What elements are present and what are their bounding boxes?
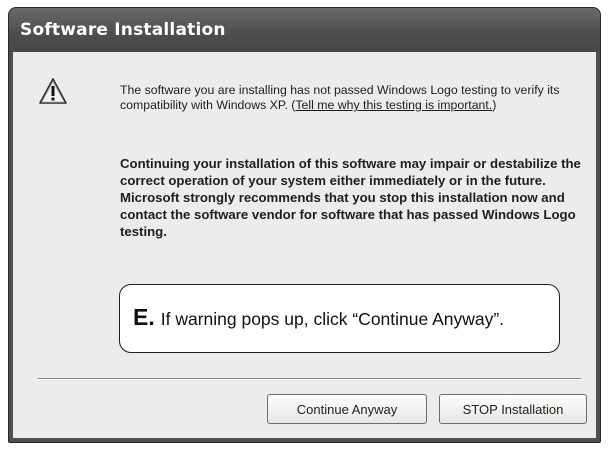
callout-instruction-text: If warning pops up, click “Continue Anyw… xyxy=(160,309,505,329)
software-installation-dialog: Software Installation The software you a… xyxy=(8,7,601,443)
divider xyxy=(38,378,581,380)
instruction-callout: E. If warning pops up, click “Continue An… xyxy=(119,284,560,353)
impair-warning-text: Continuing your installation of this sof… xyxy=(120,156,581,239)
window-title: Software Installation xyxy=(20,20,226,40)
continue-anyway-button[interactable]: Continue Anyway xyxy=(267,394,427,424)
callout-step-letter: E. xyxy=(133,304,155,330)
title-bar[interactable]: Software Installation xyxy=(9,8,600,52)
closing-parenthesis: ) xyxy=(492,98,497,112)
compatibility-notice: The software you are installing has not … xyxy=(120,83,582,113)
stop-installation-button[interactable]: STOP Installation xyxy=(439,394,587,424)
why-testing-important-link[interactable]: Tell me why this testing is important. xyxy=(295,98,492,112)
warning-icon xyxy=(39,78,67,104)
dialog-body: The software you are installing has not … xyxy=(13,52,596,438)
